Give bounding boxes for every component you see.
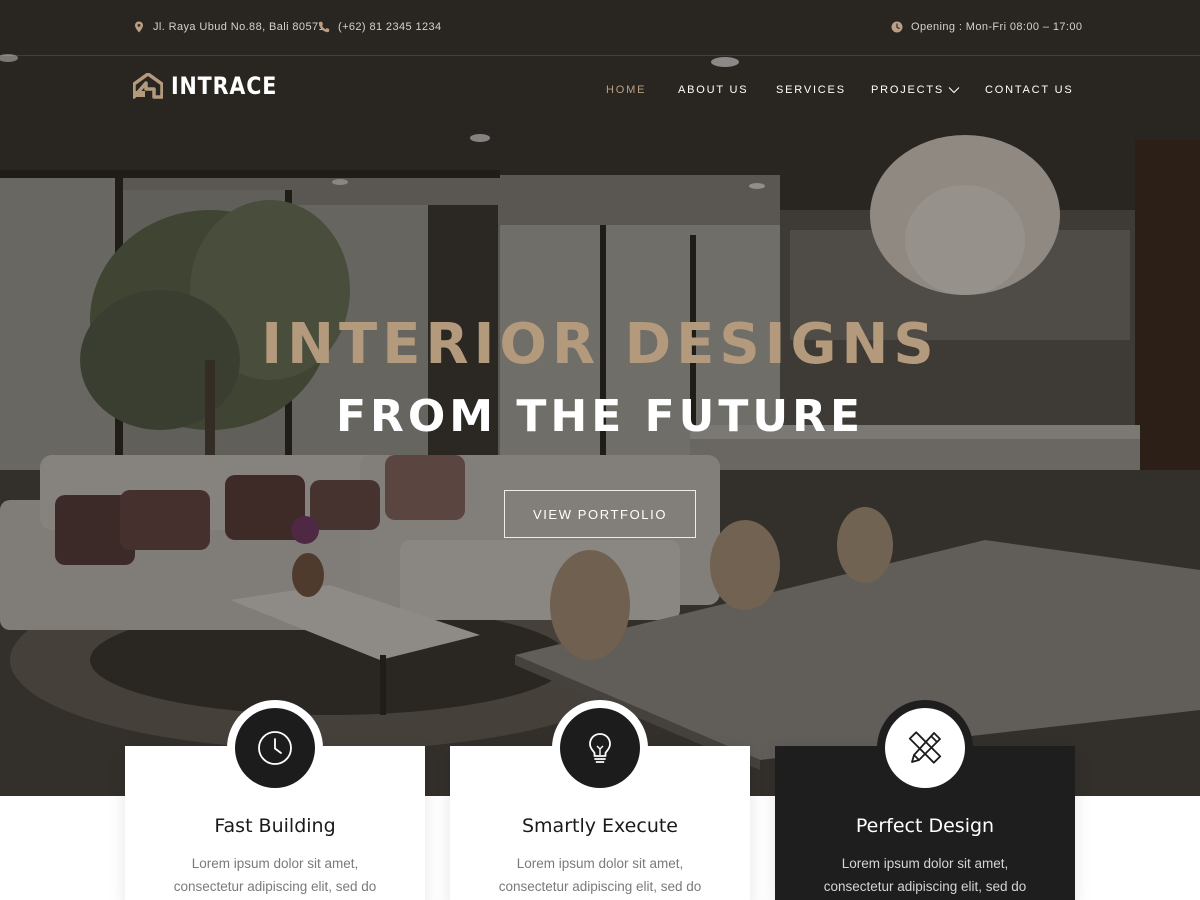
phone-text: (+62) 81 2345 1234 xyxy=(338,21,442,33)
address-item: Jl. Raya Ubud No.88, Bali 80571 xyxy=(133,21,325,33)
lightbulb-icon xyxy=(589,733,611,763)
pencil-ruler-icon xyxy=(908,731,942,764)
feature-card-fast-building: Fast Building Lorem ipsum dolor sit amet… xyxy=(125,700,425,900)
chevron-down-icon xyxy=(948,87,960,94)
view-portfolio-button[interactable]: VIEW PORTFOLIO xyxy=(504,490,696,538)
address-text: Jl. Raya Ubud No.88, Bali 80571 xyxy=(153,21,325,33)
nav-item-about-us[interactable]: ABOUT US xyxy=(678,84,748,96)
feature-description: Lorem ipsum dolor sit amet, consectetur … xyxy=(125,852,425,898)
feature-title: Smartly Execute xyxy=(521,815,679,837)
nav-item-services[interactable]: SERVICES xyxy=(776,84,846,96)
feature-card-smartly-execute: Smartly Execute Lorem ipsum dolor sit am… xyxy=(450,700,750,900)
feature-description-line-2: consectetur adipiscing elit, sed do xyxy=(173,879,377,894)
feature-description-line-2: consectetur adipiscing elit, sed do xyxy=(498,879,702,894)
nav-item-home[interactable]: HOME xyxy=(606,84,646,96)
feature-badge xyxy=(552,700,648,796)
feature-description-line-1: Lorem ipsum dolor sit amet, xyxy=(516,856,684,871)
feature-description-line-1: Lorem ipsum dolor sit amet, xyxy=(841,856,1009,871)
top-info-bar: Jl. Raya Ubud No.88, Bali 80571 (+62) 81… xyxy=(0,0,1200,56)
phone-item[interactable]: (+62) 81 2345 1234 xyxy=(318,21,442,33)
opening-hours-item: Opening : Mon-Fri 08:00 – 17:00 xyxy=(891,21,1082,33)
feature-description-line-1: Lorem ipsum dolor sit amet, xyxy=(191,856,359,871)
hero-headline: INTERIOR DESIGNS xyxy=(261,312,939,377)
feature-card-perfect-design: Perfect Design Lorem ipsum dolor sit ame… xyxy=(775,700,1075,900)
feature-title: Perfect Design xyxy=(855,815,995,837)
feature-description-line-2: consectetur adipiscing elit, sed do xyxy=(823,879,1027,894)
feature-description: Lorem ipsum dolor sit amet, consectetur … xyxy=(450,852,750,898)
nav-item-projects-label: PROJECTS xyxy=(871,84,945,96)
opening-hours-text: Opening : Mon-Fri 08:00 – 17:00 xyxy=(911,21,1083,33)
phone-icon xyxy=(318,21,330,33)
hero-subline: FROM THE FUTURE xyxy=(335,391,865,442)
clock-small-icon xyxy=(891,21,903,33)
main-nav: HOME ABOUT US SERVICES PROJECTS CONTACT … xyxy=(0,84,1200,100)
location-pin-icon xyxy=(135,21,143,33)
feature-badge xyxy=(227,700,323,796)
feature-description: Lorem ipsum dolor sit amet, consectetur … xyxy=(775,852,1075,898)
nav-item-contact-us[interactable]: CONTACT US xyxy=(985,84,1074,96)
clock-icon xyxy=(258,731,292,765)
nav-item-projects[interactable]: PROJECTS xyxy=(871,84,960,96)
feature-title: Fast Building xyxy=(214,815,336,837)
feature-badge xyxy=(877,700,973,796)
